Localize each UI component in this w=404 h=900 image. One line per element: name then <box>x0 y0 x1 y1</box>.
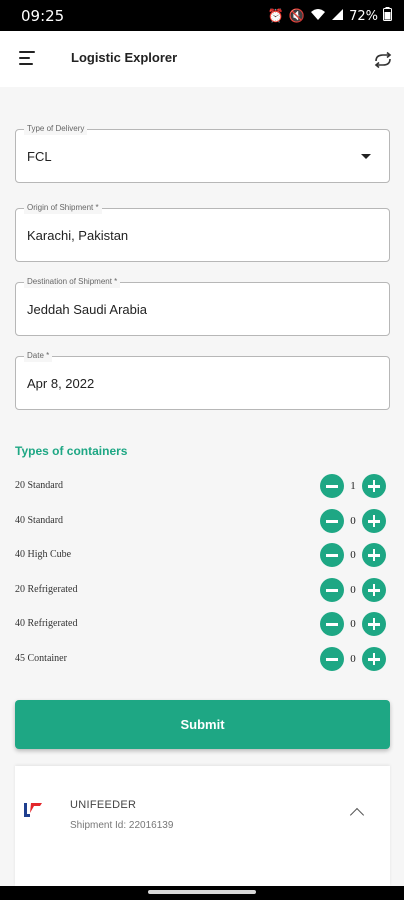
alarm-icon: ⏰ <box>267 8 284 24</box>
shipment-id: Shipment Id: 22016139 <box>70 820 174 831</box>
menu-icon[interactable] <box>19 51 35 65</box>
date-value: Apr 8, 2022 <box>27 376 95 391</box>
destination-field[interactable]: Destination of Shipment * Jeddah Saudi A… <box>15 276 390 336</box>
container-label: 40 Refrigerated <box>15 618 78 629</box>
quantity-value: 0 <box>350 653 356 665</box>
carrier-name: UNIFEEDER <box>70 799 137 811</box>
increment-button[interactable] <box>362 612 386 636</box>
quantity-value: 0 <box>350 618 356 630</box>
decrement-button[interactable] <box>320 509 344 533</box>
home-gesture-handle[interactable] <box>148 890 256 894</box>
container-row: 40 High Cube 0 <box>15 541 390 571</box>
status-bar: 09:25 ⏰ 🔇 72% <box>0 0 404 31</box>
decrement-button[interactable] <box>320 474 344 498</box>
decrement-button[interactable] <box>320 543 344 567</box>
increment-button[interactable] <box>362 543 386 567</box>
battery-icon <box>383 7 392 26</box>
increment-button[interactable] <box>362 578 386 602</box>
delivery-type-select[interactable]: Type of Delivery FCL <box>15 123 390 183</box>
quantity-value: 0 <box>350 584 356 596</box>
date-label: Date * <box>24 350 53 362</box>
quantity-stepper: 0 <box>320 647 386 671</box>
container-row: 40 Refrigerated 0 <box>15 610 390 640</box>
quantity-value: 0 <box>350 515 356 527</box>
chevron-up-icon[interactable] <box>349 807 365 823</box>
container-label: 40 High Cube <box>15 549 72 560</box>
quantity-value: 1 <box>350 480 356 492</box>
containers-title: Types of containers <box>15 444 128 458</box>
submit-button[interactable]: Submit <box>15 700 390 749</box>
container-label: 40 Standard <box>15 515 64 526</box>
destination-label: Destination of Shipment * <box>24 276 121 288</box>
decrement-button[interactable] <box>320 578 344 602</box>
container-row: 45 Container 0 <box>15 645 390 675</box>
increment-button[interactable] <box>362 474 386 498</box>
battery-text: 72% <box>349 8 378 24</box>
quantity-stepper: 0 <box>320 509 386 533</box>
quantity-stepper: 0 <box>320 612 386 636</box>
app-screen: Logistic Explorer Type of Delivery FCL O… <box>0 31 404 886</box>
origin-field[interactable]: Origin of Shipment * Karachi, Pakistan <box>15 202 390 262</box>
dropdown-arrow-icon <box>361 154 371 159</box>
container-label: 20 Standard <box>15 480 64 491</box>
container-row: 20 Refrigerated 0 <box>15 576 390 606</box>
container-row: 40 Standard 0 <box>15 507 390 537</box>
container-label: 45 Container <box>15 653 67 664</box>
decrement-button[interactable] <box>320 612 344 636</box>
navigation-bar <box>0 886 404 900</box>
app-title: Logistic Explorer <box>71 50 178 65</box>
wifi-icon <box>310 8 326 26</box>
app-bar: Logistic Explorer <box>0 31 404 87</box>
quantity-stepper: 1 <box>320 474 386 498</box>
container-label: 20 Refrigerated <box>15 584 78 595</box>
refresh-icon[interactable] <box>372 49 394 71</box>
status-icons: ⏰ 🔇 72% <box>268 7 392 26</box>
quantity-value: 0 <box>350 549 356 561</box>
origin-label: Origin of Shipment * <box>24 202 102 214</box>
decrement-button[interactable] <box>320 647 344 671</box>
date-field[interactable]: Date * Apr 8, 2022 <box>15 350 390 410</box>
carrier-logo-icon <box>22 801 44 819</box>
mute-icon: 🔇 <box>288 8 306 24</box>
destination-value: Jeddah Saudi Arabia <box>27 302 147 317</box>
quantity-stepper: 0 <box>320 578 386 602</box>
shipment-result-card[interactable]: UNIFEEDER Shipment Id: 22016139 <box>15 766 390 886</box>
origin-value: Karachi, Pakistan <box>27 228 129 243</box>
increment-button[interactable] <box>362 509 386 533</box>
increment-button[interactable] <box>362 647 386 671</box>
delivery-type-value: FCL <box>27 149 52 164</box>
container-row: 20 Standard 1 <box>15 472 390 502</box>
signal-icon <box>331 8 344 26</box>
delivery-type-label: Type of Delivery <box>24 123 88 135</box>
quantity-stepper: 0 <box>320 543 386 567</box>
status-time: 09:25 <box>21 7 65 25</box>
